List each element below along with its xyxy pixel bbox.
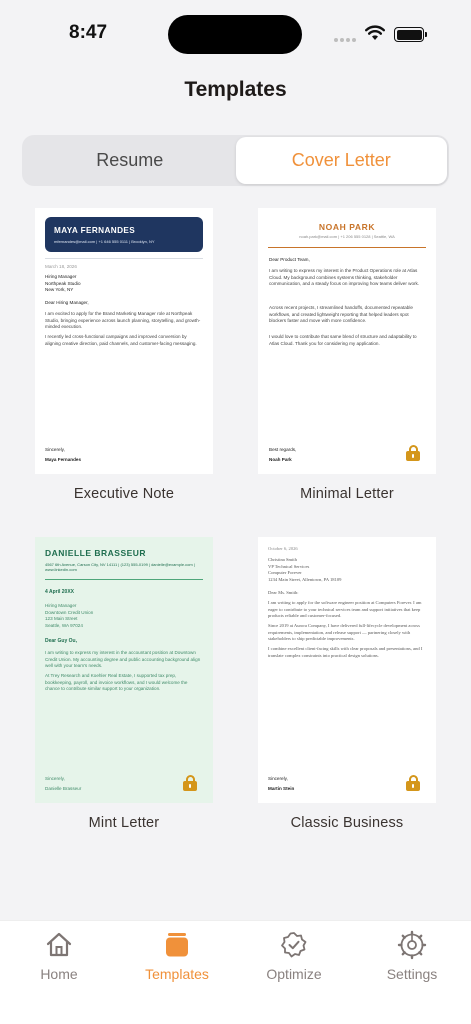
recipient-line: Northpeak Studio <box>45 280 81 286</box>
segment-cover-letter[interactable]: Cover Letter <box>235 137 447 184</box>
preview-paragraph: Across recent projects, I streamlined ha… <box>269 305 413 324</box>
home-icon <box>46 932 72 957</box>
preview-name: DANIELLE BRASSEUR <box>45 548 147 558</box>
status-time: 8:47 <box>69 22 108 43</box>
lock-icon <box>183 775 197 791</box>
template-preview[interactable]: DANIELLE BRASSEUR 4567 6th Avenue, Carso… <box>35 537 213 803</box>
tab-bar: Home Templates Optimize Settings <box>0 920 471 1024</box>
badge-check-icon <box>281 932 307 958</box>
lock-icon <box>406 445 420 461</box>
preview-greeting: Dear Ms. Smith: <box>268 590 299 595</box>
preview-recipient: Hiring Manager Downtown Credit Union 123… <box>45 603 93 630</box>
preview-recipient: Hiring Manager Northpeak Studio New York… <box>45 274 81 294</box>
preview-signature: Maya Fernandes <box>45 457 81 462</box>
recipient-line: 1234 Main Street, Allentown, PA 18109 <box>268 576 342 582</box>
preview-paragraph: I am writing to apply for the software e… <box>268 600 422 619</box>
template-card-executive-note[interactable]: MAYA FERNANDES mfernandes@mail.com | +1 … <box>35 208 213 502</box>
preview-name: MAYA FERNANDES <box>54 226 136 235</box>
templates-icon <box>166 933 188 957</box>
tab-optimize[interactable]: Optimize <box>235 921 353 1024</box>
tab-settings[interactable]: Settings <box>353 921 471 1024</box>
tab-templates[interactable]: Templates <box>118 921 236 1024</box>
divider <box>268 247 426 248</box>
preview-signature: Danielle Brasseur <box>45 786 82 791</box>
battery-icon <box>394 27 427 42</box>
preview-paragraph: At Trey Research and Koehler Real Estate… <box>45 673 188 692</box>
status-bar: 8:47 <box>0 0 471 70</box>
preview-paragraph: I am writing to express my interest in t… <box>45 650 201 669</box>
recipient-line: Hiring Manager <box>45 274 77 279</box>
template-name: Mint Letter <box>88 815 160 831</box>
template-type-segmented-control: Resume Cover Letter <box>22 135 449 186</box>
preview-contact: noah.park@mail.com | +1 206 555 0128 | S… <box>299 234 395 239</box>
template-preview[interactable]: NOAH PARK noah.park@mail.com | +1 206 55… <box>258 208 436 474</box>
tab-label: Home <box>40 966 78 982</box>
preview-contact: 4567 6th Avenue, Carson City, NV 14111 |… <box>45 562 195 572</box>
preview-closing: Sincerely, <box>268 776 288 781</box>
preview-paragraph: I am writing to express my interest in t… <box>269 268 420 287</box>
recipient-line: Christina Smith <box>268 557 297 562</box>
preview-name: NOAH PARK <box>318 222 376 232</box>
template-card-minimal-letter[interactable]: NOAH PARK noah.park@mail.com | +1 206 55… <box>258 208 436 502</box>
preview-paragraph: I am excited to apply for the Brand Mark… <box>45 311 201 330</box>
preview-signature: Noah Park <box>269 457 292 462</box>
lock-icon <box>406 775 420 791</box>
tab-label: Optimize <box>266 966 322 982</box>
preview-greeting: Dear Guy Ou, <box>45 638 77 644</box>
page-title: Templates <box>184 78 287 101</box>
gear-icon <box>397 930 427 960</box>
preview-date: 4 April 20XX <box>45 589 74 595</box>
preview-greeting: Dear Hiring Manager, <box>45 300 89 305</box>
preview-header-banner: MAYA FERNANDES mfernandes@mail.com | +1 … <box>45 217 203 252</box>
preview-closing: Sincerely, <box>45 776 65 781</box>
recipient-line: Hiring Manager <box>45 603 77 608</box>
template-preview[interactable]: October 6, 2026 Christina Smith VP Techn… <box>258 537 436 803</box>
preview-contact: mfernandes@mail.com | +1 646 555 0111 | … <box>54 239 155 244</box>
recipient-line: Downtown Credit Union <box>45 609 94 615</box>
preview-closing: Best regards, <box>269 447 297 452</box>
tab-home[interactable]: Home <box>0 921 118 1024</box>
divider <box>45 579 203 580</box>
template-name: Minimal Letter <box>300 486 394 502</box>
template-card-mint-letter[interactable]: DANIELLE BRASSEUR 4567 6th Avenue, Carso… <box>35 537 213 831</box>
segment-resume[interactable]: Resume <box>24 137 236 184</box>
preview-paragraph: I recently led cross-functional campaign… <box>45 334 197 346</box>
preview-closing: Sincerely, <box>45 447 65 452</box>
preview-greeting: Dear Product Team, <box>269 257 310 262</box>
recipient-line: VP Technical Services <box>268 563 310 569</box>
signal-icon <box>334 38 356 42</box>
template-preview[interactable]: MAYA FERNANDES mfernandes@mail.com | +1 … <box>35 208 213 474</box>
preview-signature: Martin Stein <box>268 786 295 791</box>
preview-paragraph: I would love to contribute that same ble… <box>269 334 417 346</box>
divider <box>45 258 203 259</box>
tab-label: Templates <box>145 966 209 982</box>
preview-date: October 6, 2026 <box>268 546 298 551</box>
wifi-icon <box>365 25 385 40</box>
preview-paragraph: Since 2019 at Aurora Company, I have del… <box>268 623 420 642</box>
preview-recipient: Christina Smith VP Technical Services Co… <box>268 557 341 584</box>
recipient-line: Seattle, WA 97024 <box>45 622 83 628</box>
template-name: Executive Note <box>73 486 175 502</box>
recipient-line: New York, NY <box>45 287 74 293</box>
tab-label: Settings <box>386 966 438 982</box>
dynamic-island <box>168 15 302 54</box>
template-name: Classic Business <box>290 815 404 831</box>
recipient-line: Computer Forever <box>268 570 302 576</box>
preview-paragraph: I combine excellent client-facing skills… <box>268 646 423 658</box>
template-card-classic-business[interactable]: October 6, 2026 Christina Smith VP Techn… <box>258 537 436 831</box>
recipient-line: 123 Main Street <box>45 616 78 622</box>
preview-date: March 18, 2026 <box>45 264 77 269</box>
